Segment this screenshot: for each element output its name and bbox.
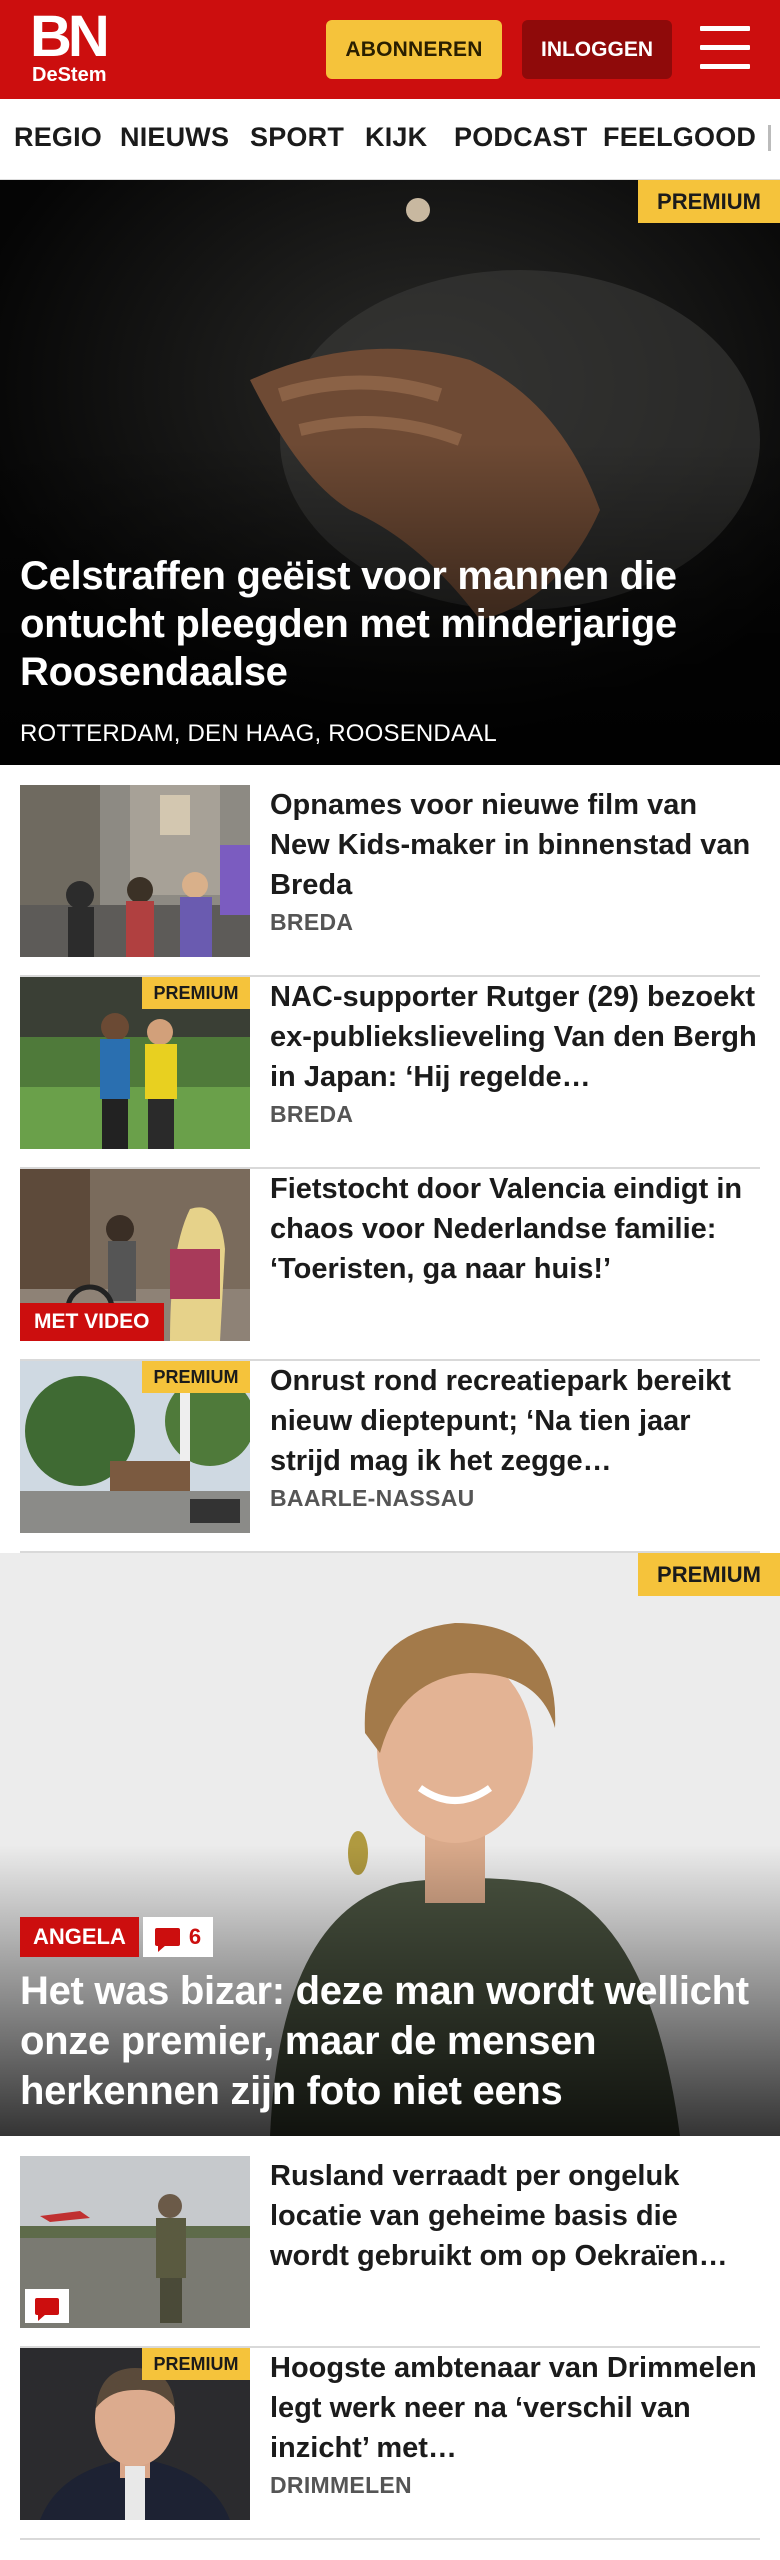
premium-badge: PREMIUM [142, 1361, 250, 1393]
hamburger-menu-icon[interactable] [700, 24, 750, 72]
premium-badge: PREMIUM [638, 180, 780, 223]
article-thumbnail: PREMIUM [20, 977, 250, 1149]
article-thumbnail [20, 785, 250, 957]
hero-article[interactable]: PREMIUM Celstraffen geëist voor mannen d… [0, 180, 780, 765]
premium-badge: PREMIUM [142, 2348, 250, 2380]
nav-item-regio[interactable]: REGIO [14, 122, 102, 153]
list-item[interactable]: Opnames voor nieuwe film van New Kids-ma… [20, 785, 760, 977]
article-headline[interactable]: Fietstocht door Valencia eindigt in chao… [270, 1169, 760, 1289]
nav-item-podcast[interactable]: PODCAST [454, 122, 587, 153]
article-thumbnail [20, 2156, 250, 2328]
article-location: DRIMMELEN [270, 2472, 412, 2498]
subscribe-button[interactable]: ABONNEREN [326, 20, 502, 79]
list-item[interactable]: PREMIUM NAC-supporter Rutger (29) bezoek… [20, 977, 760, 1169]
premium-badge: PREMIUM [142, 977, 250, 1009]
article-thumbnail: PREMIUM [20, 1361, 250, 1533]
premium-badge: PREMIUM [638, 1553, 780, 1596]
article-headline[interactable]: Onrust rond recreatiepark bereikt nieuw … [270, 1361, 760, 1481]
article-location: BAARLE-NASSAU [270, 1485, 475, 1511]
article-thumbnail: PREMIUM [20, 2348, 250, 2520]
list-item[interactable]: PREMIUM Onrust rond recreatiepark bereik… [20, 1361, 760, 1553]
login-button[interactable]: INLOGGEN [522, 20, 672, 79]
feature-tags: ANGELA 6 [20, 1917, 214, 1957]
video-badge: MET VIDEO [20, 1303, 164, 1341]
logo-subtitle: DeStem [32, 64, 107, 86]
comment-count-badge[interactable]: 6 [142, 1917, 214, 1957]
site-logo[interactable]: BN DeStem [30, 8, 120, 88]
article-thumbnail: MET VIDEO [20, 1169, 250, 1341]
logo-mark: BN [30, 4, 110, 69]
feature-headline[interactable]: Het was bizar: deze man wordt wellicht o… [20, 1966, 770, 2116]
article-headline[interactable]: NAC-supporter Rutger (29) bezoekt ex-pub… [270, 977, 760, 1097]
nav-overflow-edge [768, 125, 771, 151]
article-headline[interactable]: Rusland verraadt per ongeluk locatie van… [270, 2156, 760, 2276]
article-location: BREDA [270, 1101, 354, 1127]
nav-item-sport[interactable]: SPORT [250, 122, 344, 153]
hero-location: ROTTERDAM, DEN HAAG, ROOSENDAAL [20, 720, 497, 747]
author-tag[interactable]: ANGELA [20, 1917, 139, 1957]
nav-item-feelgood[interactable]: FEELGOOD [603, 122, 756, 153]
nav-item-kijk[interactable]: KIJK [365, 122, 427, 153]
article-headline[interactable]: Hoogste ambtenaar van Drimmelen legt wer… [270, 2348, 760, 2468]
feature-article[interactable]: PREMIUM ANGELA 6 Het was bizar: deze man… [0, 1553, 780, 2136]
site-header: BN DeStem ABONNEREN INLOGGEN [0, 0, 780, 99]
comment-badge[interactable] [25, 2289, 69, 2323]
list-item[interactable]: MET VIDEO Fietstocht door Valencia eindi… [20, 1169, 760, 1361]
comment-count: 6 [188, 1924, 202, 1949]
comment-bubble-icon [154, 1928, 180, 1952]
hero-headline[interactable]: Celstraffen geëist voor mannen die ontuc… [20, 552, 740, 696]
section-nav: REGIO NIEUWS SPORT KIJK PODCAST FEELGOOD [0, 99, 780, 180]
nav-item-nieuws[interactable]: NIEUWS [120, 122, 229, 153]
article-headline[interactable]: Opnames voor nieuwe film van New Kids-ma… [270, 785, 760, 905]
article-location: BREDA [270, 909, 354, 935]
comment-bubble-icon [35, 2297, 59, 2321]
list-item[interactable]: PREMIUM Hoogste ambtenaar van Drimmelen … [20, 2348, 760, 2540]
list-item[interactable]: Rusland verraadt per ongeluk locatie van… [20, 2156, 760, 2348]
